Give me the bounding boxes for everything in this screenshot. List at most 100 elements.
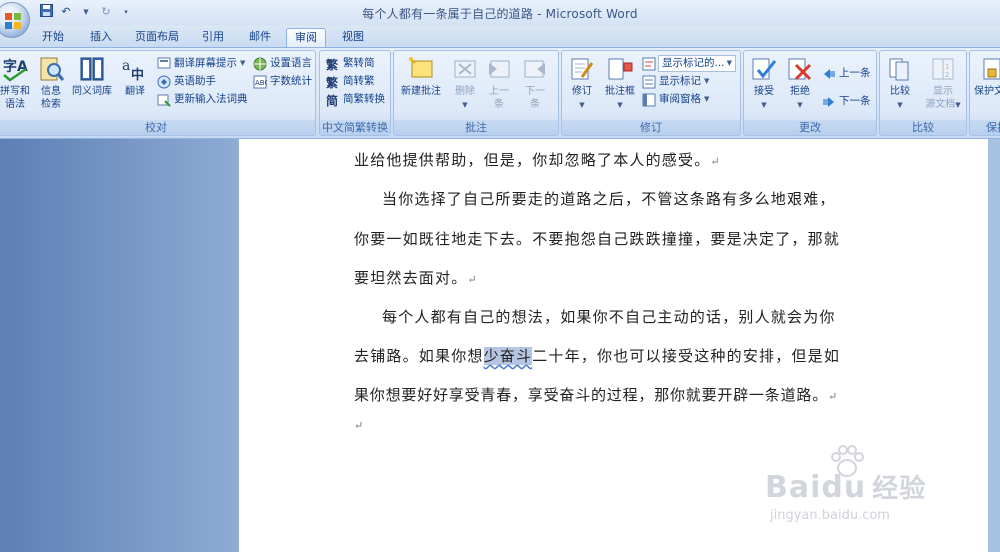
next-change-icon — [823, 96, 834, 107]
office-logo-icon — [5, 13, 21, 29]
next-comment-icon — [524, 60, 545, 78]
dropdown-arrow-icon: ▼ — [726, 59, 732, 67]
baidu-jingyan-watermark: Baidu 经验 jingyan.baidu.com — [765, 445, 985, 530]
simp-to-trad-icon: 繁 — [326, 75, 339, 89]
group-label-comments: 批注 — [394, 120, 558, 135]
window-title: 每个人都有一条属于自己的道路 - Microsoft Word — [362, 7, 638, 21]
ribbon: 字A 拼写和 语法 信息 检索 同义词库 a中 翻译 翻译屏幕提示 ▼ 英语助手 … — [0, 47, 1000, 139]
english-assistant-icon — [157, 75, 171, 88]
tab-view[interactable]: 视图 — [336, 28, 370, 47]
translate-tip-button[interactable]: 翻译屏幕提示 ▼ — [157, 55, 245, 72]
conversion-icon: 简 — [326, 93, 338, 107]
show-source-icon: 12 — [932, 58, 954, 80]
protect-document-button[interactable]: 保护文 — [974, 55, 1000, 98]
english-assistant-button[interactable]: 英语助手 — [157, 73, 216, 90]
document-line[interactable]: 每个人都有自己的想法，如果你不自己主动的话，别人就会为你 — [354, 306, 836, 327]
show-source-documents-button[interactable]: 12 显示 源文档▼ — [922, 55, 964, 112]
svg-text:a: a — [122, 58, 130, 74]
dropdown-arrow-icon: ▼ — [797, 101, 803, 109]
show-markup-button[interactable]: 显示标记 ▼ — [642, 73, 709, 90]
dropdown-arrow-icon: ▼ — [704, 77, 710, 85]
track-changes-icon — [571, 58, 594, 80]
translate-icon: a中 — [122, 58, 144, 83]
globe-icon — [253, 57, 267, 70]
group-compare: 比较 ▼ 12 显示 源文档▼ 比较 — [879, 50, 967, 136]
traditional-to-simplified-button[interactable]: 繁 繁转简 — [326, 55, 375, 72]
tab-review[interactable]: 审阅 — [286, 28, 326, 47]
group-protect: 保护文 保护 — [969, 50, 1000, 136]
paragraph-mark: ↵ — [828, 390, 839, 403]
reviewing-pane-button[interactable]: 审阅窗格 ▼ — [642, 91, 709, 108]
tab-insert[interactable]: 插入 — [84, 28, 118, 47]
balloons-icon — [608, 58, 633, 80]
title-bar: ↶ ▼ ↻ ▾ 每个人都有一条属于自己的道路 - Microsoft Word — [0, 0, 1000, 25]
trad-to-simp-icon: 繁 — [326, 57, 339, 71]
selected-text[interactable]: 少奋斗 — [483, 347, 533, 365]
delete-comment-button[interactable]: 删除 ▼ — [450, 55, 480, 112]
group-label-chinese-conversion: 中文简繁转换 — [320, 120, 390, 135]
previous-comment-button[interactable]: 上一 条 — [484, 55, 514, 111]
update-ime-dictionary-button[interactable]: 更新输入法词典 — [157, 91, 248, 108]
dropdown-arrow-icon: ▼ — [462, 101, 468, 109]
set-language-button[interactable]: 设置语言 — [253, 55, 312, 72]
dropdown-arrow-icon: ▼ — [617, 101, 623, 109]
svg-text:简: 简 — [326, 93, 338, 107]
translate-button[interactable]: a中 翻译 — [119, 55, 151, 98]
chinese-conversion-button[interactable]: 简 简繁转换 — [326, 91, 385, 108]
protect-document-icon — [983, 58, 1000, 80]
new-comment-button[interactable]: 新建批注 — [396, 55, 446, 98]
empty-paragraph[interactable]: ↵ — [354, 415, 364, 433]
previous-change-icon — [824, 68, 835, 79]
document-line[interactable]: 要坦然去面对。↵ — [354, 267, 478, 288]
delete-comment-icon — [454, 60, 476, 78]
svg-text:字A: 字A — [3, 58, 28, 75]
group-label-changes: 更改 — [744, 120, 876, 135]
simplified-to-traditional-button[interactable]: 繁 简转繁 — [326, 73, 375, 90]
balloons-button[interactable]: 批注框 ▼ — [602, 55, 638, 112]
dropdown-arrow-icon: ▼ — [761, 101, 767, 109]
next-change-button[interactable]: 下一条 — [822, 93, 871, 110]
show-markup-icon — [642, 75, 656, 88]
paragraph-mark: ↵ — [467, 273, 478, 286]
paragraph-mark: ↵ — [710, 155, 721, 168]
document-line[interactable]: 业给他提供帮助，但是，你却忽略了本人的感受。↵ — [354, 149, 721, 170]
word-count-button[interactable]: ABC 字数统计 — [253, 73, 312, 90]
track-changes-button[interactable]: 修订 ▼ — [566, 55, 598, 112]
update-dictionary-icon — [157, 94, 171, 107]
document-line[interactable]: 你要一如既往地走下去。不要抱怨自己跌跌撞撞，要是决定了，那就 — [354, 228, 840, 249]
previous-change-button[interactable]: 上一条 — [822, 65, 871, 82]
group-label-proofing: 校对 — [0, 120, 315, 135]
research-button[interactable]: 信息 检索 — [35, 55, 67, 111]
accept-change-button[interactable]: 接受 ▼ — [748, 55, 780, 112]
next-comment-button[interactable]: 下一 条 — [520, 55, 550, 111]
tab-references[interactable]: 引用 — [196, 28, 230, 47]
svg-text:2: 2 — [945, 71, 949, 79]
display-for-review-icon-button — [642, 55, 656, 72]
dropdown-arrow-icon: ▼ — [579, 101, 585, 109]
ribbon-tabs: 开始 插入 页面布局 引用 邮件 审阅 视图 — [0, 25, 1000, 47]
svg-text:ABC: ABC — [255, 79, 267, 87]
group-changes: 接受 ▼ 拒绝 ▼ 上一条 下一条 更改 — [743, 50, 877, 136]
svg-text:1: 1 — [945, 63, 949, 71]
svg-text:中: 中 — [131, 67, 144, 83]
reviewing-pane-icon — [642, 93, 656, 106]
tab-home[interactable]: 开始 — [36, 28, 70, 47]
display-for-review-select[interactable]: 显示标记的... ▼ — [658, 55, 736, 72]
tab-page-layout[interactable]: 页面布局 — [130, 28, 184, 47]
document-line[interactable]: 果你想要好好享受青春，享受奋斗的过程，那你就要开辟一条道路。↵ — [354, 384, 838, 405]
dropdown-arrow-icon: ▼ — [704, 95, 710, 103]
compare-button[interactable]: 比较 ▼ — [884, 55, 916, 112]
group-proofing: 字A 拼写和 语法 信息 检索 同义词库 a中 翻译 翻译屏幕提示 ▼ 英语助手 … — [0, 50, 316, 136]
reject-change-button[interactable]: 拒绝 ▼ — [784, 55, 816, 112]
previous-comment-icon — [489, 60, 510, 78]
paragraph-mark: ↵ — [354, 419, 365, 432]
document-line[interactable]: 当你选择了自己所要走的道路之后，不管这条路有多么地艰难， — [354, 188, 836, 209]
display-review-icon — [642, 57, 656, 70]
svg-text:繁: 繁 — [326, 57, 339, 71]
spelling-grammar-button[interactable]: 字A 拼写和 语法 — [0, 55, 31, 111]
dropdown-arrow-icon: ▼ — [897, 101, 903, 109]
thesaurus-button[interactable]: 同义词库 — [69, 55, 115, 98]
tab-mailings[interactable]: 邮件 — [243, 28, 277, 47]
dropdown-arrow-icon: ▼ — [955, 101, 961, 109]
document-line[interactable]: 去铺路。如果你想少奋斗二十年，你也可以接受这种的安排，但是如 — [354, 345, 840, 366]
